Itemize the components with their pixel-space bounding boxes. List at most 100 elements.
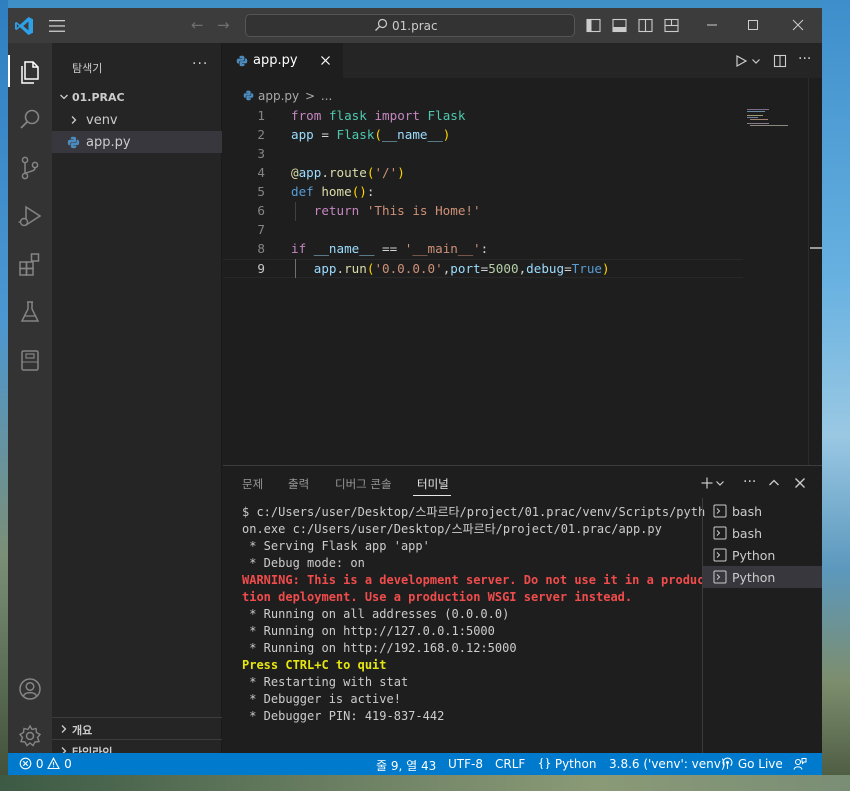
- tab-debug-console[interactable]: 디버그 콘솔: [335, 476, 392, 492]
- panel-more-actions-icon[interactable]: ···: [743, 474, 763, 490]
- terminal-output[interactable]: $ c:/Users/user/Desktop/스파르타/project/01.…: [242, 504, 707, 725]
- breadcrumb-symbols[interactable]: ...: [321, 89, 332, 103]
- search-text: 01.prac: [392, 19, 438, 33]
- tab-output[interactable]: 출력: [288, 476, 309, 492]
- code-line: 4 @app.route('/'): [223, 164, 743, 183]
- toggle-secondary-sidebar-icon[interactable]: [638, 18, 653, 33]
- language-mode[interactable]: Python: [538, 757, 596, 771]
- editor-more-actions-icon[interactable]: ···: [798, 51, 818, 67]
- breadcrumb-separator: >: [304, 89, 316, 103]
- command-center-search[interactable]: 01.prac: [245, 14, 575, 37]
- search-icon: [375, 18, 388, 31]
- breadcrumb-file[interactable]: app.py: [258, 89, 299, 103]
- nav-back-arrow-icon[interactable]: ←: [191, 16, 204, 34]
- terminal-tab-label: Python: [732, 548, 776, 563]
- terminal-tab-python-2[interactable]: Python: [703, 566, 822, 588]
- settings-gear-icon[interactable]: [16, 722, 44, 750]
- end-of-line[interactable]: CRLF: [495, 757, 525, 771]
- terminal-line: * Serving Flask app 'app': [242, 539, 430, 553]
- nav-forward-arrow-icon[interactable]: →: [217, 16, 230, 34]
- bottom-panel: 문제 출력 디버그 콘솔 터미널 ··· $ c:/Users/user/Des…: [223, 465, 822, 754]
- code-line: 3: [223, 145, 743, 164]
- active-view-indicator: [8, 55, 10, 87]
- title-bar: ← → 01.prac: [8, 8, 822, 43]
- code-line: 6 return 'This is Home!': [223, 202, 743, 221]
- terminal-profile-chevron-icon[interactable]: [715, 476, 725, 490]
- tree-item-app-py[interactable]: app.py: [52, 131, 222, 153]
- outline-section[interactable]: 개요: [52, 717, 222, 739]
- close-panel-icon[interactable]: [793, 476, 807, 490]
- workspace-folder[interactable]: 01.PRAC: [52, 87, 222, 109]
- maximize-panel-chevron-up-icon[interactable]: [767, 476, 781, 490]
- run-debug-icon[interactable]: [16, 202, 44, 230]
- line-number: 7: [257, 222, 265, 237]
- status-bar: 0 0 줄 9, 열 43 UTF-8 CRLF Python 3.8.6 ('…: [8, 753, 822, 775]
- testing-icon[interactable]: [16, 298, 44, 326]
- split-editor-icon[interactable]: [773, 54, 787, 68]
- new-terminal-plus-icon[interactable]: [700, 476, 714, 490]
- terminal-icon: [713, 526, 727, 540]
- editor-vertical-scrollbar[interactable]: [808, 78, 822, 465]
- error-icon: [19, 757, 32, 770]
- indent-guide: [295, 202, 296, 221]
- explorer-more-actions-button[interactable]: ···: [192, 56, 208, 72]
- warning-icon: [47, 757, 61, 770]
- run-python-file-icon[interactable]: [734, 54, 748, 68]
- python-file-icon: [236, 55, 248, 67]
- terminal-tab-python-1[interactable]: Python: [703, 544, 822, 566]
- person-feedback-icon: [793, 758, 807, 770]
- minimap[interactable]: [743, 107, 813, 137]
- extensions-icon[interactable]: [16, 250, 44, 278]
- chevron-right-icon: [71, 116, 77, 124]
- tab-app-py[interactable]: app.py: [223, 43, 343, 78]
- line-number: 2: [257, 127, 265, 142]
- terminal-tab-bash-1[interactable]: bash: [703, 500, 822, 522]
- account-icon[interactable]: [16, 675, 44, 703]
- menu-hamburger-icon[interactable]: [48, 17, 66, 35]
- terminal-line: * Running on http://127.0.0.1:5000: [242, 624, 495, 638]
- feedback-icon[interactable]: [793, 757, 807, 772]
- go-live-button[interactable]: Go Live: [721, 757, 783, 771]
- customize-layout-icon[interactable]: [664, 18, 679, 33]
- line-number: 6: [257, 203, 265, 218]
- tab-problems[interactable]: 문제: [242, 476, 263, 492]
- error-count: 0: [35, 757, 44, 771]
- line-number: 4: [257, 165, 265, 180]
- code-line: 5 def home():: [223, 183, 743, 202]
- line-number: 3: [257, 146, 265, 161]
- source-control-icon[interactable]: [16, 154, 44, 182]
- terminal-tabs-list: bash bash Python Python: [702, 498, 822, 754]
- python-file-icon: [67, 136, 80, 149]
- editor-tab-bar: app.py ···: [223, 43, 822, 78]
- desktop-background-bottom: [0, 775, 850, 791]
- code-line-active: 9 app.run('0.0.0.0',port=5000,debug=True…: [223, 259, 743, 278]
- minimize-window-icon[interactable]: [705, 18, 719, 32]
- vscode-logo-icon: [15, 17, 33, 35]
- terminal-icon: [713, 548, 727, 562]
- toggle-primary-sidebar-icon[interactable]: [586, 18, 601, 33]
- python-interpreter[interactable]: 3.8.6 ('venv': venv): [609, 757, 726, 771]
- tree-item-venv[interactable]: venv: [52, 109, 222, 131]
- breadcrumb: app.py > ...: [243, 89, 334, 103]
- toggle-panel-icon[interactable]: [612, 18, 627, 33]
- code-line: 8 if __name__ == '__main__':: [223, 240, 743, 259]
- maximize-window-icon[interactable]: [746, 18, 760, 32]
- file-encoding[interactable]: UTF-8: [448, 757, 483, 771]
- line-number: 1: [257, 108, 265, 123]
- explorer-icon[interactable]: [16, 58, 44, 86]
- cursor-position[interactable]: 줄 9, 열 43: [376, 757, 436, 774]
- problems-status[interactable]: 0 0: [19, 757, 72, 771]
- line-number: 5: [257, 184, 265, 199]
- code-line: 1 from flask import Flask: [223, 107, 743, 126]
- vscode-window: ← → 01.prac 탐색기 ··· 01.PRAC venv app.py …: [8, 8, 822, 775]
- tree-item-label: venv: [86, 113, 118, 128]
- close-window-icon[interactable]: [791, 18, 805, 32]
- tree-item-label: app.py: [86, 135, 131, 150]
- run-options-chevron-icon[interactable]: [751, 54, 761, 68]
- terminal-tab-bash-2[interactable]: bash: [703, 522, 822, 544]
- notebook-icon[interactable]: [16, 346, 44, 374]
- search-icon[interactable]: [16, 106, 44, 134]
- tab-terminal[interactable]: 터미널: [417, 476, 449, 492]
- editor-area: app.py ··· app.py > ... 1 from flask imp…: [223, 43, 822, 465]
- close-tab-icon[interactable]: [319, 54, 332, 67]
